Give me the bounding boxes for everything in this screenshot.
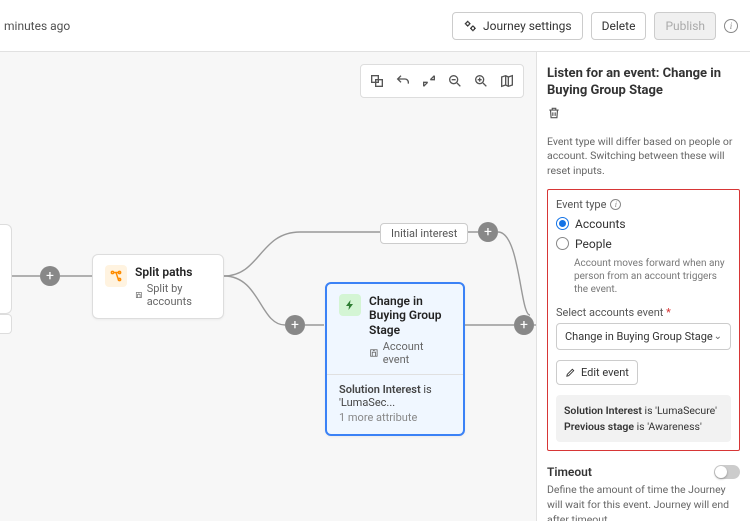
edit-event-button[interactable]: Edit event xyxy=(556,360,638,385)
card-title: Split paths xyxy=(135,265,211,279)
path-label-initial-interest[interactable]: Initial interest xyxy=(380,223,468,244)
top-actions: Journey settings Delete Publish i xyxy=(452,12,738,40)
info-icon[interactable]: i xyxy=(724,19,738,33)
event-type-section: Event type i Accounts People Account mov… xyxy=(547,189,740,452)
event-attributes-summary: Solution Interest is 'LumaSecure' Previo… xyxy=(556,395,731,443)
card-subtitle: Split by accounts xyxy=(135,282,211,308)
pencil-icon xyxy=(565,367,576,378)
add-step-node[interactable]: + xyxy=(514,315,534,335)
radio-accounts[interactable]: Accounts xyxy=(556,217,731,231)
delete-button[interactable]: Delete xyxy=(591,12,647,40)
timeout-label: Timeout xyxy=(547,465,592,479)
gears-icon xyxy=(463,19,477,33)
info-icon[interactable]: i xyxy=(610,199,621,210)
publish-button: Publish xyxy=(654,12,716,40)
timeout-row: Timeout xyxy=(547,465,740,479)
card-subtitle: Account event xyxy=(369,340,451,366)
accounts-icon xyxy=(135,290,143,300)
split-paths-node[interactable]: Split paths Split by accounts xyxy=(92,254,224,319)
chevron-down-icon: ⌄ xyxy=(714,331,722,342)
trash-icon xyxy=(547,106,561,120)
event-type-label: Event type i xyxy=(556,198,731,211)
accounts-help-text: Account moves forward when any person fr… xyxy=(574,257,731,296)
split-icon xyxy=(105,265,127,287)
add-step-node[interactable]: + xyxy=(40,266,60,286)
last-edited-time: minutes ago xyxy=(0,19,70,33)
radio-icon xyxy=(556,237,569,250)
radio-icon xyxy=(556,217,569,230)
journey-canvas[interactable]: + + + + Split paths Split by accounts In… xyxy=(0,52,536,521)
select-accounts-event-label: Select accounts event * xyxy=(556,306,731,319)
offscreen-card-stub xyxy=(0,224,12,314)
timeout-toggle[interactable] xyxy=(714,465,740,479)
change-in-buying-group-stage-node[interactable]: Change in Buying Group Stage Account eve… xyxy=(325,282,465,436)
panel-title: Listen for an event: Change in Buying Gr… xyxy=(547,66,740,100)
accounts-icon xyxy=(369,348,379,358)
radio-people[interactable]: People xyxy=(556,237,731,251)
main: + + + + Split paths Split by accounts In… xyxy=(0,52,750,521)
journey-settings-button[interactable]: Journey settings xyxy=(452,12,583,40)
add-step-node[interactable]: + xyxy=(285,315,305,335)
lightning-icon xyxy=(339,294,361,316)
topbar: minutes ago Journey settings Delete Publ… xyxy=(0,0,750,52)
timeout-hint: Define the amount of time the Journey wi… xyxy=(547,483,740,521)
accounts-event-select[interactable]: Change in Buying Group Stage ⌄ xyxy=(556,323,731,350)
delete-step-button[interactable] xyxy=(547,106,740,123)
card-more-attributes: 1 more attribute xyxy=(339,411,451,424)
card-title: Change in Buying Group Stage xyxy=(369,294,451,337)
event-properties-panel: Listen for an event: Change in Buying Gr… xyxy=(536,52,750,521)
offscreen-card-stub-2 xyxy=(0,314,12,334)
panel-hint-text: Event type will differ based on people o… xyxy=(547,135,740,179)
add-step-node[interactable]: + xyxy=(478,222,498,242)
card-attribute-line: Solution Interest is 'LumaSec... xyxy=(339,383,451,409)
